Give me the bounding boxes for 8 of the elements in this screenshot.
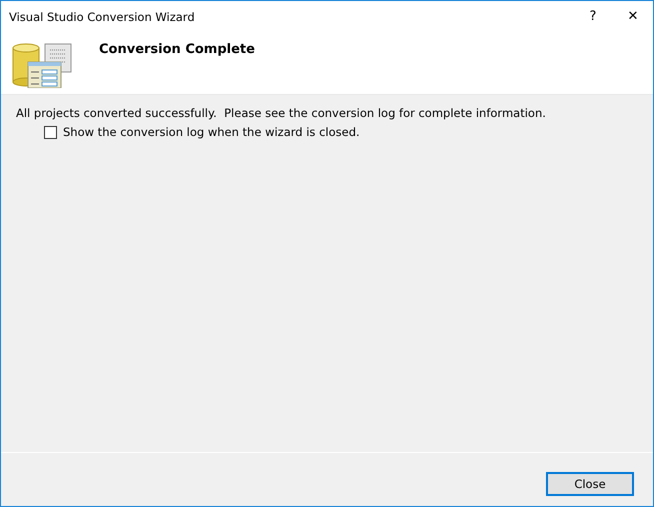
- checkbox[interactable]: [44, 126, 57, 138]
- window-title: Visual Studio Conversion Wizard: [9, 10, 196, 24]
- close-button[interactable]: ✕: [613, 1, 653, 32]
- help-button[interactable]: ?: [573, 1, 613, 32]
- checkbox-label[interactable]: Show the conversion log when the wizard is closed.: [63, 125, 360, 139]
- status-message: All projects converted successfully. Please see the conversion log for complete information.: [16, 106, 547, 120]
- close-dialog-button[interactable]: Close: [546, 472, 634, 496]
- page-heading: Conversion Complete: [99, 42, 255, 56]
